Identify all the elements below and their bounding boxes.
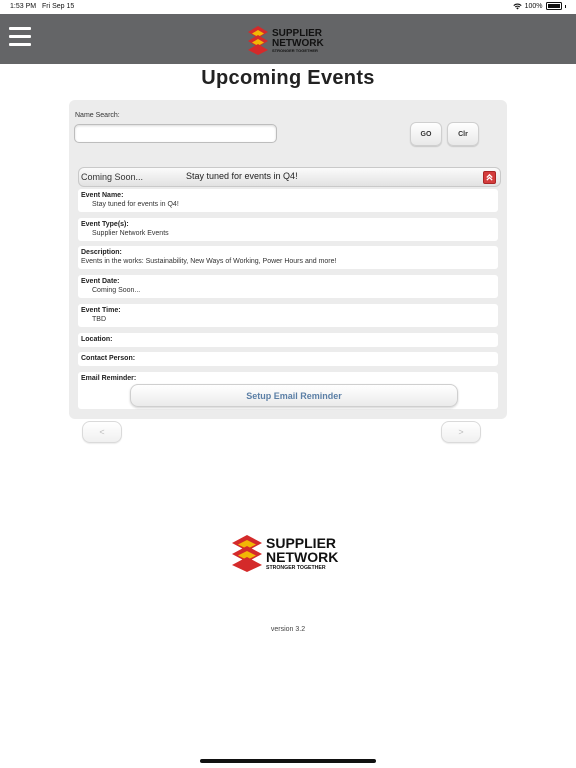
event-headline: Stay tuned for events in Q4! (186, 171, 298, 181)
name-search-input[interactable] (74, 124, 277, 143)
field-event-types: Event Type(s): Supplier Network Events (78, 218, 498, 241)
footer-logo-line2: NETWORK (266, 549, 338, 565)
home-indicator[interactable] (200, 759, 376, 763)
location-label: Location: (81, 336, 113, 343)
field-event-name: Event Name: Stay tuned for events in Q4! (78, 189, 498, 212)
header-logo-tagline: STRONGER TOGETHER (272, 48, 318, 53)
collapse-toggle[interactable] (483, 171, 496, 184)
field-event-date: Event Date: Coming Soon... (78, 275, 498, 298)
event-name-label: Event Name: (81, 192, 124, 199)
event-status: Coming Soon... (81, 172, 144, 182)
chevron-up-double-icon (486, 173, 493, 181)
event-date-value: Coming Soon... (92, 287, 141, 294)
setup-email-reminder-button[interactable]: Setup Email Reminder (130, 384, 458, 407)
clear-button[interactable]: Clr (447, 122, 479, 146)
field-contact-person: Contact Person: (78, 352, 498, 366)
status-bar: 1:53 PM Fri Sep 15 100% (0, 0, 576, 14)
app-header: SUPPLIER NETWORK STRONGER TOGETHER (0, 14, 576, 64)
footer-logo-mark-icon (232, 535, 262, 572)
field-description: Description: Events in the works: Sustai… (78, 246, 498, 269)
field-location: Location: (78, 333, 498, 347)
event-time-label: Event Time: (81, 307, 121, 314)
description-label: Description: (81, 249, 122, 256)
event-types-value: Supplier Network Events (92, 230, 169, 237)
logo-mark-icon (248, 26, 268, 55)
battery-icon (545, 2, 562, 10)
footer-logo: SUPPLIER NETWORK STRONGER TOGETHER (232, 535, 338, 572)
email-reminder-label: Email Reminder: (81, 375, 137, 382)
search-label: Name Search: (75, 112, 120, 119)
page-title: Upcoming Events (201, 67, 375, 89)
battery-percent: 100% (524, 2, 543, 10)
status-time: 1:53 PM (10, 3, 37, 10)
events-panel: Name Search: GO Clr Coming Soon... Stay … (69, 100, 507, 419)
event-header-row[interactable]: Coming Soon... Stay tuned for events in … (78, 167, 501, 187)
wifi-icon (512, 3, 522, 9)
prev-page-button[interactable]: < (82, 421, 122, 443)
event-name-value: Stay tuned for events in Q4! (92, 201, 179, 208)
battery-tip (564, 4, 566, 8)
status-right: 100% (512, 2, 566, 10)
event-types-label: Event Type(s): (81, 221, 129, 228)
field-event-time: Event Time: TBD (78, 304, 498, 327)
header-logo: SUPPLIER NETWORK STRONGER TOGETHER (248, 26, 324, 55)
status-date: Fri Sep 15 (42, 3, 75, 10)
event-time-value: TBD (92, 316, 106, 323)
hamburger-icon[interactable] (9, 27, 31, 47)
description-value: Events in the works: Sustainability, New… (81, 258, 337, 265)
go-button[interactable]: GO (410, 122, 442, 146)
contact-person-label: Contact Person: (81, 355, 136, 362)
footer-logo-tagline: STRONGER TOGETHER (266, 565, 326, 571)
version-label: version 3.2 (270, 626, 306, 633)
event-date-label: Event Date: (81, 278, 120, 285)
next-page-button[interactable]: > (441, 421, 481, 443)
